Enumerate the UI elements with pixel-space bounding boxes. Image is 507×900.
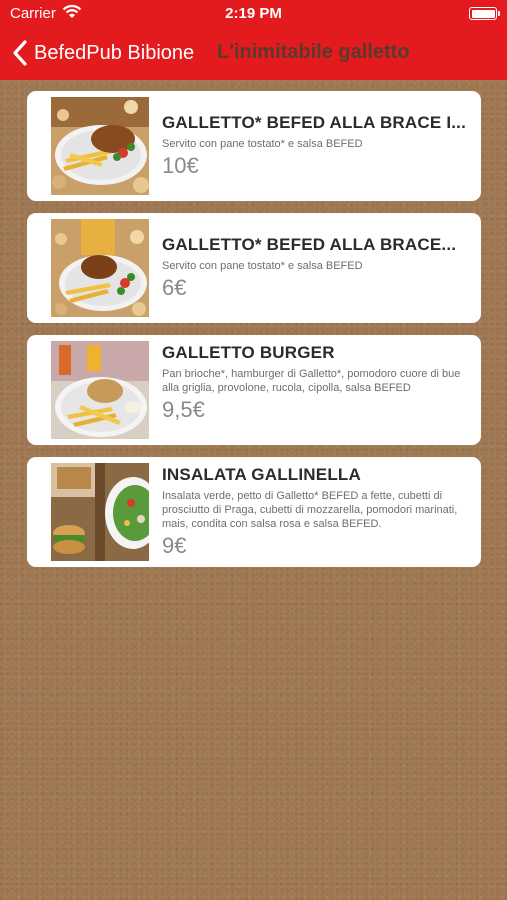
- navigation-bar: BefedPub Bibione L'inimitabile galletto: [0, 30, 507, 78]
- back-label: BefedPub Bibione: [34, 41, 195, 64]
- page-title: L'inimitabile galletto: [217, 41, 410, 63]
- item-price: 9,5€: [162, 397, 205, 422]
- menu-item-card[interactable]: GALLETTO BURGER Pan brioche*, hamburger …: [27, 335, 481, 445]
- dish-photo: [51, 97, 149, 195]
- item-price: 6€: [162, 275, 187, 300]
- dish-photo: [51, 463, 149, 561]
- item-description: Pan brioche*, hamburger di Galletto*, po…: [162, 368, 461, 394]
- status-bar: Carrier 2:19 PM: [0, 0, 507, 28]
- dish-photo: [51, 341, 149, 439]
- app-header: Carrier 2:19 PM BefedPub Bibione L'inimi…: [0, 0, 507, 80]
- item-title: GALLETTO* BEFED ALLA BRACE I...: [162, 113, 467, 132]
- item-title: GALLETTO* BEFED ALLA BRACE...: [162, 235, 457, 254]
- item-price: 9€: [162, 533, 187, 558]
- item-description: Servito con pane tostato* e salsa BEFED: [162, 260, 363, 272]
- item-description: Insalata verde, petto di Galletto* BEFED…: [162, 490, 458, 530]
- item-title: GALLETTO BURGER: [162, 343, 335, 362]
- clock: 2:19 PM: [225, 5, 282, 22]
- battery-icon: [469, 7, 500, 20]
- menu-item-list: GALLETTO* BEFED ALLA BRACE I... Servito …: [27, 91, 481, 579]
- menu-item-card[interactable]: INSALATA GALLINELLA Insalata verde, pett…: [27, 457, 481, 567]
- item-price: 10€: [162, 153, 199, 178]
- menu-item-card[interactable]: GALLETTO* BEFED ALLA BRACE... Servito co…: [27, 213, 481, 323]
- menu-item-card[interactable]: GALLETTO* BEFED ALLA BRACE I... Servito …: [27, 91, 481, 201]
- back-button[interactable]: BefedPub Bibione: [12, 38, 194, 68]
- dish-photo: [51, 219, 149, 317]
- item-title: INSALATA GALLINELLA: [162, 465, 361, 484]
- chevron-left-icon: [13, 40, 27, 66]
- item-description: Servito con pane tostato* e salsa BEFED: [162, 138, 363, 150]
